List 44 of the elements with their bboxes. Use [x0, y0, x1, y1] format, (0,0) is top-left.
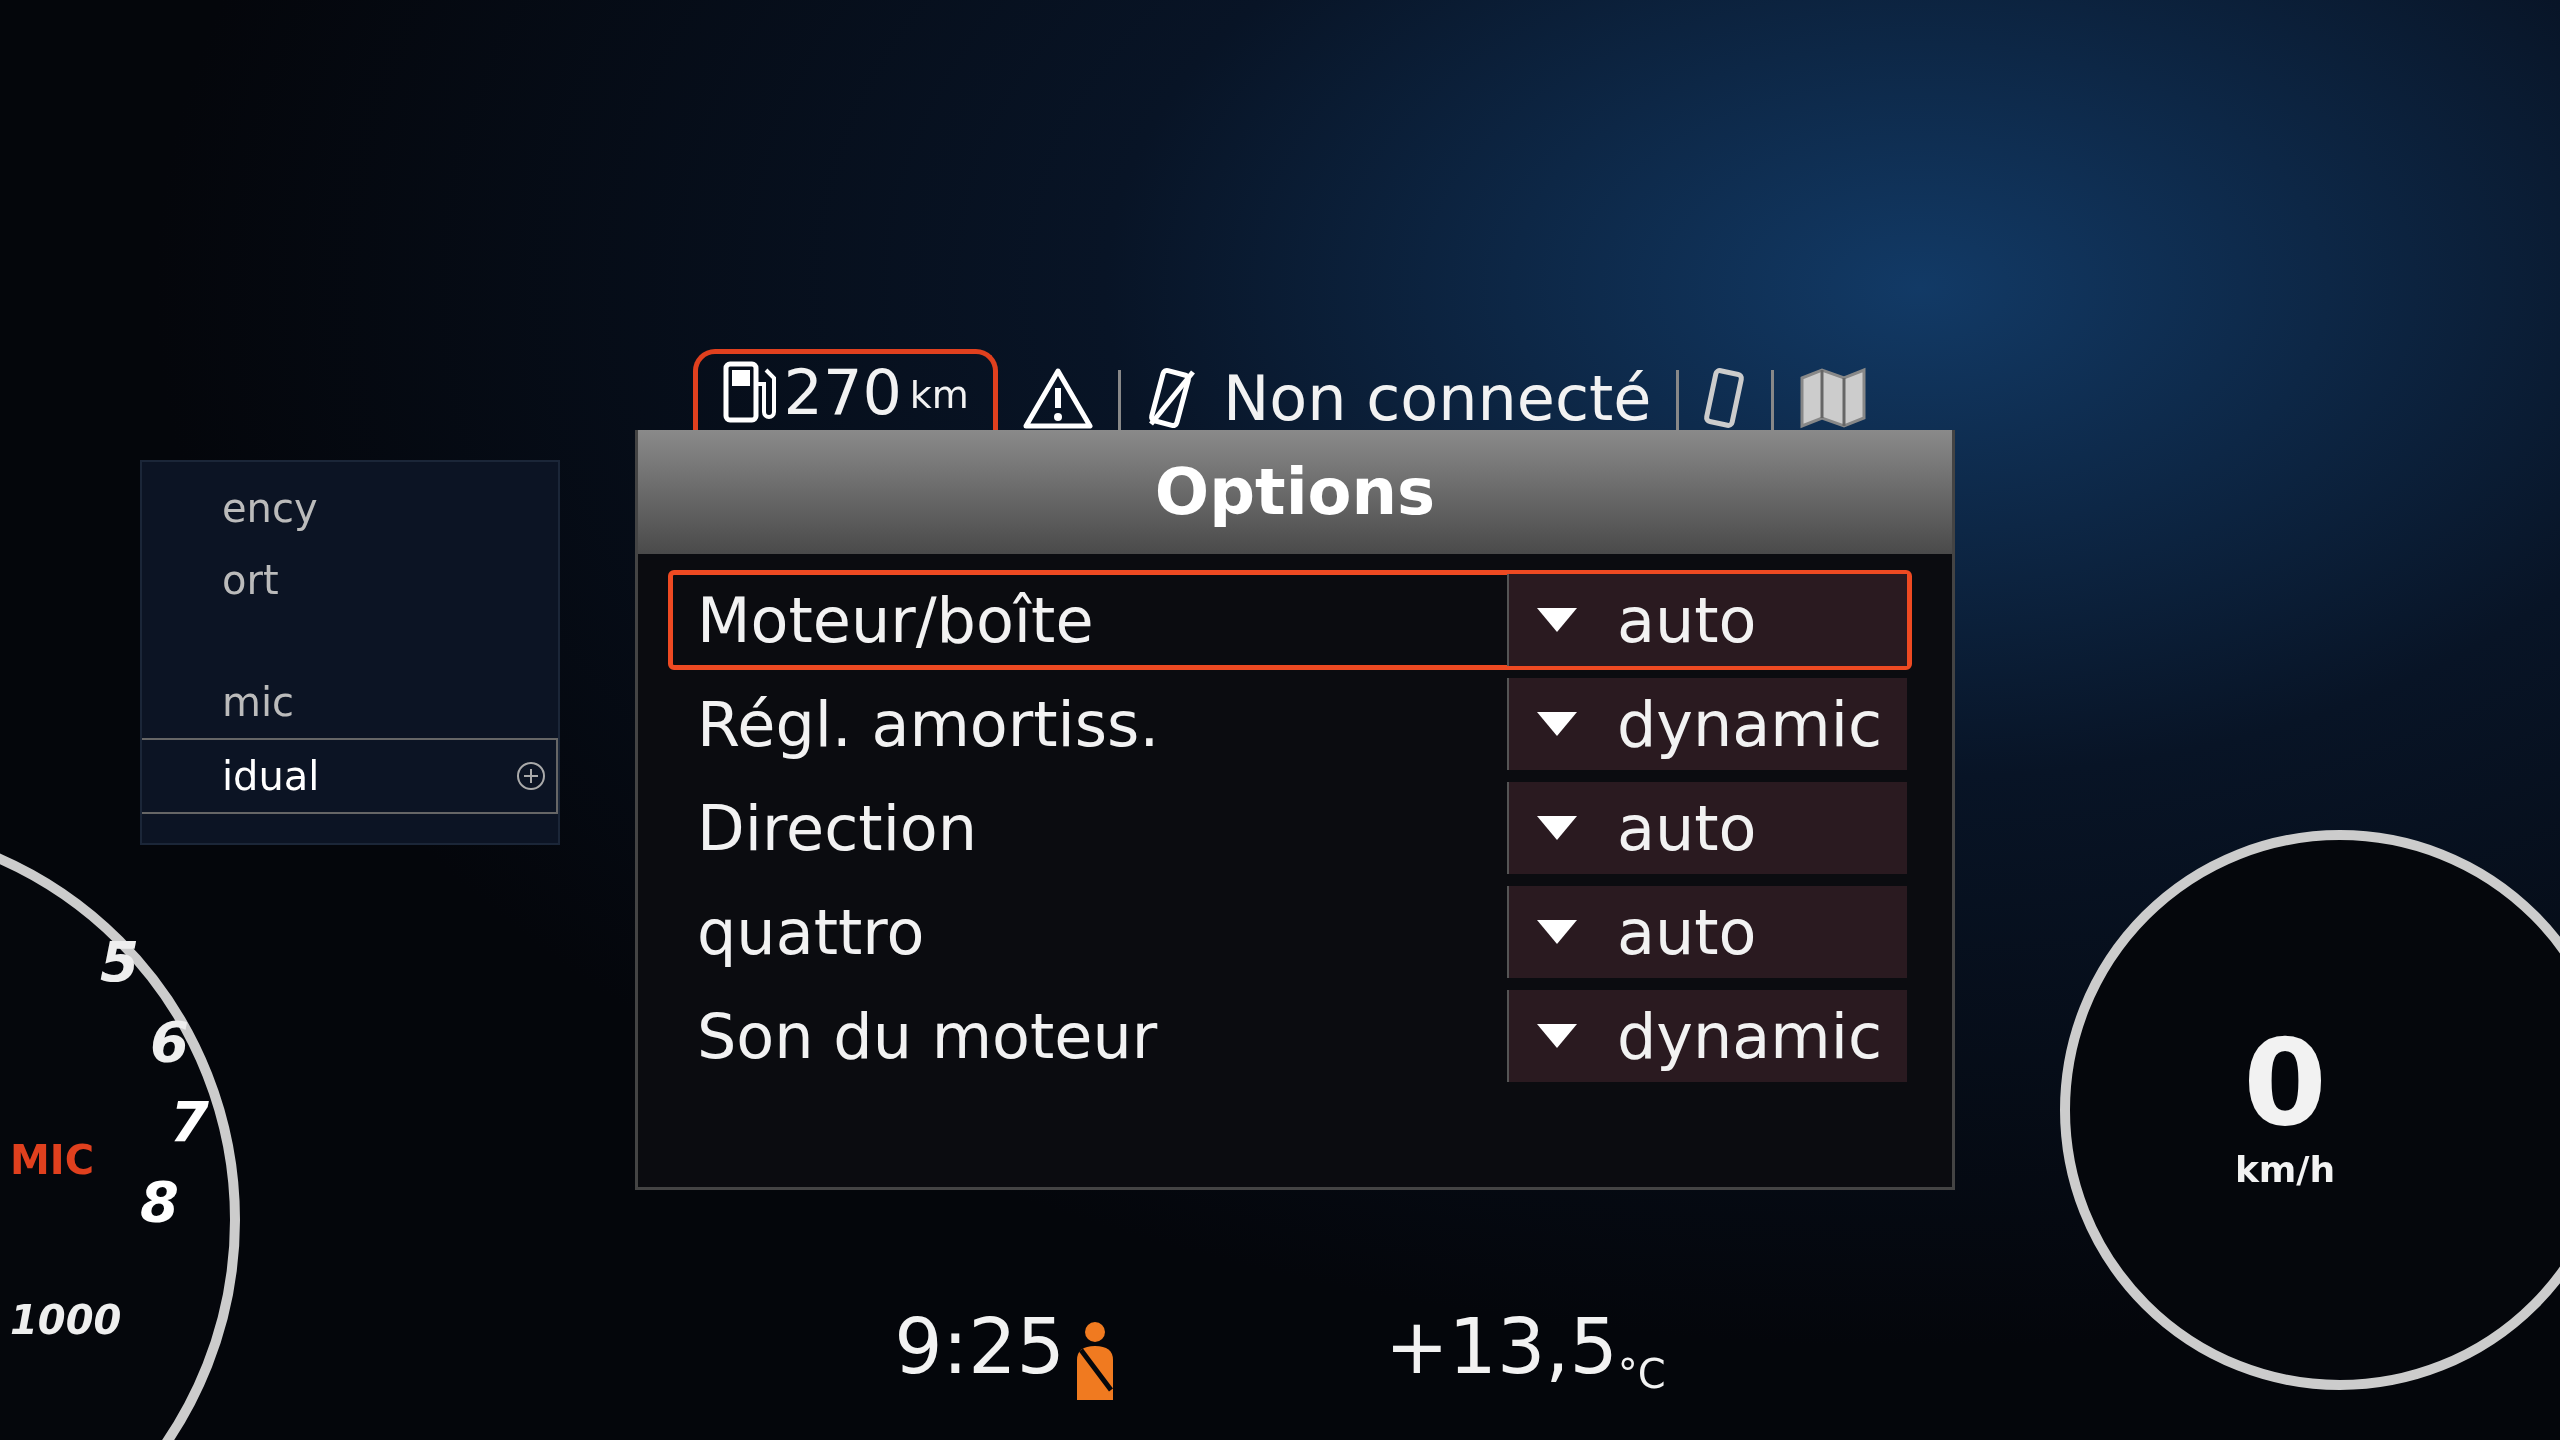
menu-item-label: idual [222, 752, 320, 801]
menu-item[interactable]: ort [142, 544, 558, 616]
dropdown-arrow-icon [1537, 712, 1577, 736]
menu-item[interactable]: mic [142, 666, 558, 738]
gauge-number: 7 [170, 1088, 209, 1156]
option-row[interactable]: Direction auto [668, 778, 1912, 878]
plus-icon [516, 761, 546, 791]
gauge-number: 5 [100, 928, 139, 996]
option-row[interactable]: Moteur/boîte auto [668, 570, 1912, 670]
clock-time: 9:25 [894, 1301, 1065, 1393]
dropdown-arrow-icon [1537, 1024, 1577, 1048]
connection-status: Non connecté [1222, 368, 1652, 430]
range-unit: km [909, 372, 969, 419]
option-label: Moteur/boîte [696, 582, 1095, 659]
speed-reading: 0 [2243, 1023, 2327, 1143]
gauge-number: 6 [150, 1008, 189, 1076]
dropdown-arrow-icon [1537, 816, 1577, 840]
warning-icon [1021, 366, 1094, 430]
option-label: quattro [696, 894, 926, 971]
drive-mode-label: MIC [10, 1136, 95, 1185]
speed-unit: km/h [2234, 1148, 2336, 1192]
option-row[interactable]: quattro auto [668, 882, 1912, 982]
option-dropdown[interactable]: dynamic [1507, 678, 1907, 770]
option-row[interactable]: Son du moteur dynamic [668, 986, 1912, 1086]
option-label: Direction [696, 790, 979, 867]
temperature-unit: °C [1617, 1350, 1666, 1399]
option-dropdown[interactable]: auto [1507, 574, 1907, 666]
option-row[interactable]: Régl. amortiss. dynamic [668, 674, 1912, 774]
option-dropdown[interactable]: dynamic [1507, 990, 1907, 1082]
outside-temperature: +13,5 [1384, 1301, 1618, 1393]
range-value: 270 [783, 362, 902, 424]
phone-icon [1702, 366, 1747, 430]
fuel-pump-icon [721, 360, 776, 424]
gauge-number: 8 [140, 1168, 179, 1236]
option-dropdown[interactable]: auto [1507, 782, 1907, 874]
dropdown-arrow-icon [1537, 920, 1577, 944]
option-label: Son du moteur [696, 998, 1159, 1075]
gauge-scale-label: 1000 [10, 1296, 122, 1345]
option-label: Régl. amortiss. [696, 686, 1161, 763]
dropdown-arrow-icon [1537, 608, 1577, 632]
panel-title: Options [638, 430, 1952, 554]
menu-item[interactable]: idual [142, 738, 558, 814]
option-dropdown[interactable]: auto [1507, 886, 1907, 978]
menu-item[interactable]: ency [142, 472, 558, 544]
